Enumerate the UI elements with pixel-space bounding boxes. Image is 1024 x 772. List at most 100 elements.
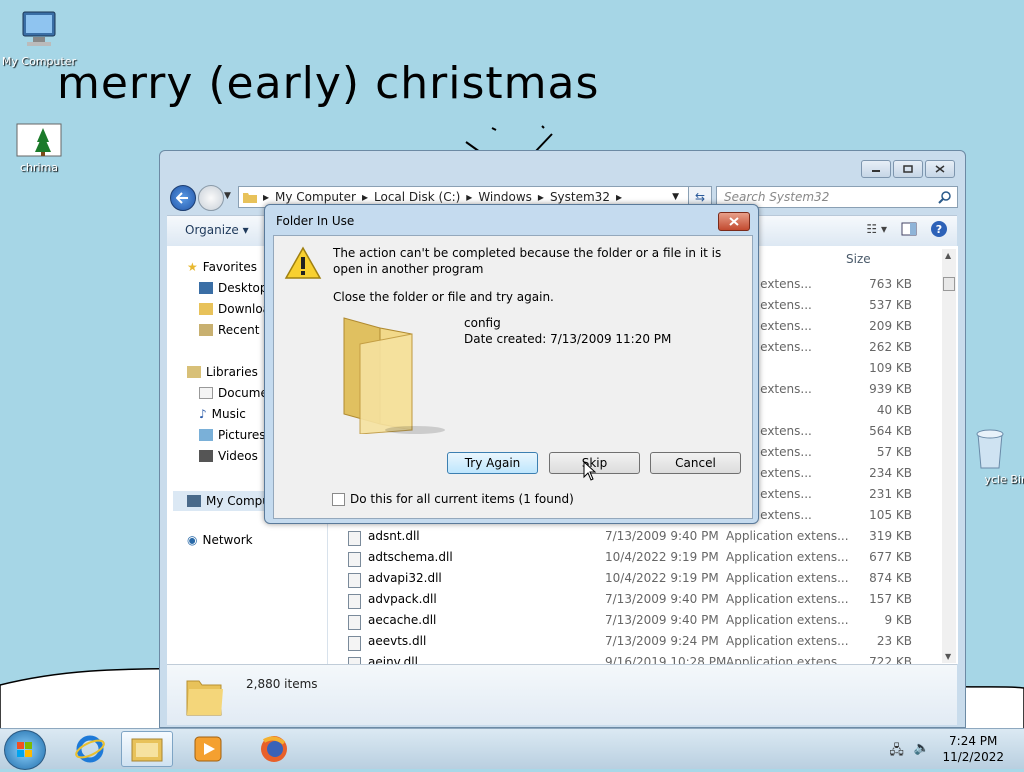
- music-icon: ♪: [199, 407, 207, 421]
- file-size: 874 KB: [869, 571, 912, 585]
- help-icon[interactable]: ?: [931, 221, 947, 237]
- nav-recent-places[interactable]: Recent P: [199, 323, 271, 337]
- taskbar-firefox[interactable]: [248, 731, 300, 767]
- checkbox-box[interactable]: [332, 492, 345, 506]
- downloads-icon: [199, 303, 213, 315]
- dialog-body: The action can't be completed because th…: [273, 235, 753, 519]
- folder-in-use-dialog: Folder In Use The action can't be comple…: [264, 204, 759, 524]
- nav-label: Desktop: [218, 281, 268, 295]
- dll-file-icon: [348, 594, 361, 609]
- file-size: 231 KB: [869, 487, 912, 501]
- nav-label: My Compu: [206, 494, 270, 508]
- nav-label: Videos: [218, 449, 258, 463]
- close-window-button[interactable]: [925, 160, 955, 178]
- nav-libraries[interactable]: Libraries: [187, 365, 258, 379]
- clock[interactable]: 7:24 PM 11/2/2022: [942, 733, 1004, 765]
- nav-favorites[interactable]: ★ Favorites: [187, 260, 257, 274]
- file-name: aecache.dll: [368, 613, 437, 627]
- history-dropdown-icon[interactable]: ▼: [224, 191, 231, 201]
- maximize-button[interactable]: [893, 160, 923, 178]
- minimize-button[interactable]: [861, 160, 891, 178]
- scroll-down-icon[interactable]: ▼: [945, 652, 951, 661]
- taskbar-file-explorer[interactable]: [121, 731, 173, 767]
- mouse-cursor-icon: [583, 461, 597, 481]
- desktop-icon: [199, 282, 213, 294]
- nav-desktop[interactable]: Desktop: [199, 281, 268, 295]
- column-header-size[interactable]: Size: [846, 252, 871, 266]
- file-size: 677 KB: [869, 550, 912, 564]
- desktop-icon-chrima[interactable]: chrima: [1, 122, 77, 174]
- breadcrumb-separator: ▸: [263, 190, 270, 204]
- folder-icon: [343, 317, 445, 434]
- file-size: 109 KB: [869, 361, 912, 375]
- table-row[interactable]: aeinv.dll 9/16/2019 10:28 PM Application e…: [328, 655, 928, 664]
- file-size: 763 KB: [869, 277, 912, 291]
- warning-icon: [284, 246, 322, 279]
- nav-label: Favorites: [202, 260, 257, 274]
- file-size: 23 KB: [876, 634, 912, 648]
- nav-pictures[interactable]: Pictures: [199, 428, 266, 442]
- nav-label: Recent P: [218, 323, 271, 337]
- table-row[interactable]: adsnt.dll 7/13/2009 9:40 PM Application ex…: [328, 529, 928, 550]
- file-name: adsnt.dll: [368, 529, 420, 543]
- nav-videos[interactable]: Videos: [199, 449, 258, 463]
- scroll-up-icon[interactable]: ▲: [945, 251, 951, 260]
- file-size: 262 KB: [869, 340, 912, 354]
- cancel-button[interactable]: Cancel: [650, 452, 741, 474]
- nav-label: Downloa: [218, 302, 271, 316]
- libraries-icon: [187, 366, 201, 378]
- table-row[interactable]: aecache.dll 7/13/2009 9:40 PM Application …: [328, 613, 928, 634]
- breadcrumb-separator: ▸: [361, 190, 368, 204]
- preview-pane-icon[interactable]: [901, 222, 917, 236]
- nav-music[interactable]: ♪ Music: [199, 407, 246, 421]
- forward-button[interactable]: [198, 185, 224, 211]
- dll-file-icon: [348, 636, 361, 651]
- computer-icon: [187, 495, 201, 507]
- address-dropdown-icon[interactable]: ▼: [672, 192, 679, 202]
- media-player-icon: [194, 736, 222, 762]
- dll-file-icon: [348, 552, 361, 567]
- item-name: config: [464, 316, 501, 330]
- vertical-scrollbar[interactable]: ▲ ▼: [942, 249, 956, 663]
- file-size: 939 KB: [869, 382, 912, 396]
- system-tray: 🖧 🔈: [889, 741, 930, 763]
- taskbar-internet-explorer[interactable]: [64, 731, 116, 767]
- try-again-button[interactable]: Try Again: [447, 452, 538, 474]
- start-button[interactable]: [4, 730, 46, 770]
- breadcrumb-my-computer[interactable]: My Computer: [275, 190, 356, 204]
- breadcrumb-separator: ▸: [537, 190, 544, 204]
- volume-icon[interactable]: 🔈: [914, 741, 930, 763]
- breadcrumb-local-disk[interactable]: Local Disk (C:): [374, 190, 460, 204]
- scroll-thumb[interactable]: [943, 277, 955, 291]
- dll-file-icon: [348, 531, 361, 546]
- recycle-bin-icon: [976, 429, 1004, 469]
- search-icon: [938, 191, 951, 204]
- table-row[interactable]: adtschema.dll 10/4/2022 9:19 PM Applicatio…: [328, 550, 928, 571]
- table-row[interactable]: advapi32.dll 10/4/2022 9:19 PM Application…: [328, 571, 928, 592]
- videos-icon: [199, 450, 213, 462]
- nav-network[interactable]: ◉ Network: [187, 533, 253, 547]
- table-row[interactable]: advpack.dll 7/13/2009 9:40 PM Application …: [328, 592, 928, 613]
- nav-documents[interactable]: Docume: [199, 386, 268, 400]
- network-status-icon[interactable]: 🖧: [889, 741, 904, 763]
- view-options-button[interactable]: ☷ ▾: [866, 222, 887, 236]
- nav-label: Music: [211, 407, 246, 421]
- apply-to-all-checkbox[interactable]: Do this for all current items (1 found): [332, 492, 574, 506]
- back-button[interactable]: [170, 185, 196, 211]
- file-date: 7/13/2009 9:40 PM: [605, 592, 719, 606]
- file-date: 9/16/2019 10:28 PM: [605, 655, 727, 664]
- file-name: advpack.dll: [368, 592, 437, 606]
- network-icon: ◉: [187, 533, 198, 547]
- breadcrumb-system32[interactable]: System32: [550, 190, 610, 204]
- breadcrumb-windows[interactable]: Windows: [478, 190, 532, 204]
- nav-downloads[interactable]: Downloa: [199, 302, 270, 316]
- documents-icon: [199, 387, 213, 399]
- item-date-created: Date created: 7/13/2009 11:20 PM: [464, 332, 672, 346]
- table-row[interactable]: aeevts.dll 7/13/2009 9:24 PM Application e…: [328, 634, 928, 655]
- organize-menu-button[interactable]: Organize ▾: [185, 223, 249, 237]
- taskbar-media-player[interactable]: [182, 731, 234, 767]
- checkbox-label: Do this for all current items (1 found): [350, 492, 574, 506]
- dialog-close-button[interactable]: [718, 212, 750, 231]
- file-size: 722 KB: [869, 655, 912, 664]
- file-date: 10/4/2022 9:19 PM: [605, 571, 719, 585]
